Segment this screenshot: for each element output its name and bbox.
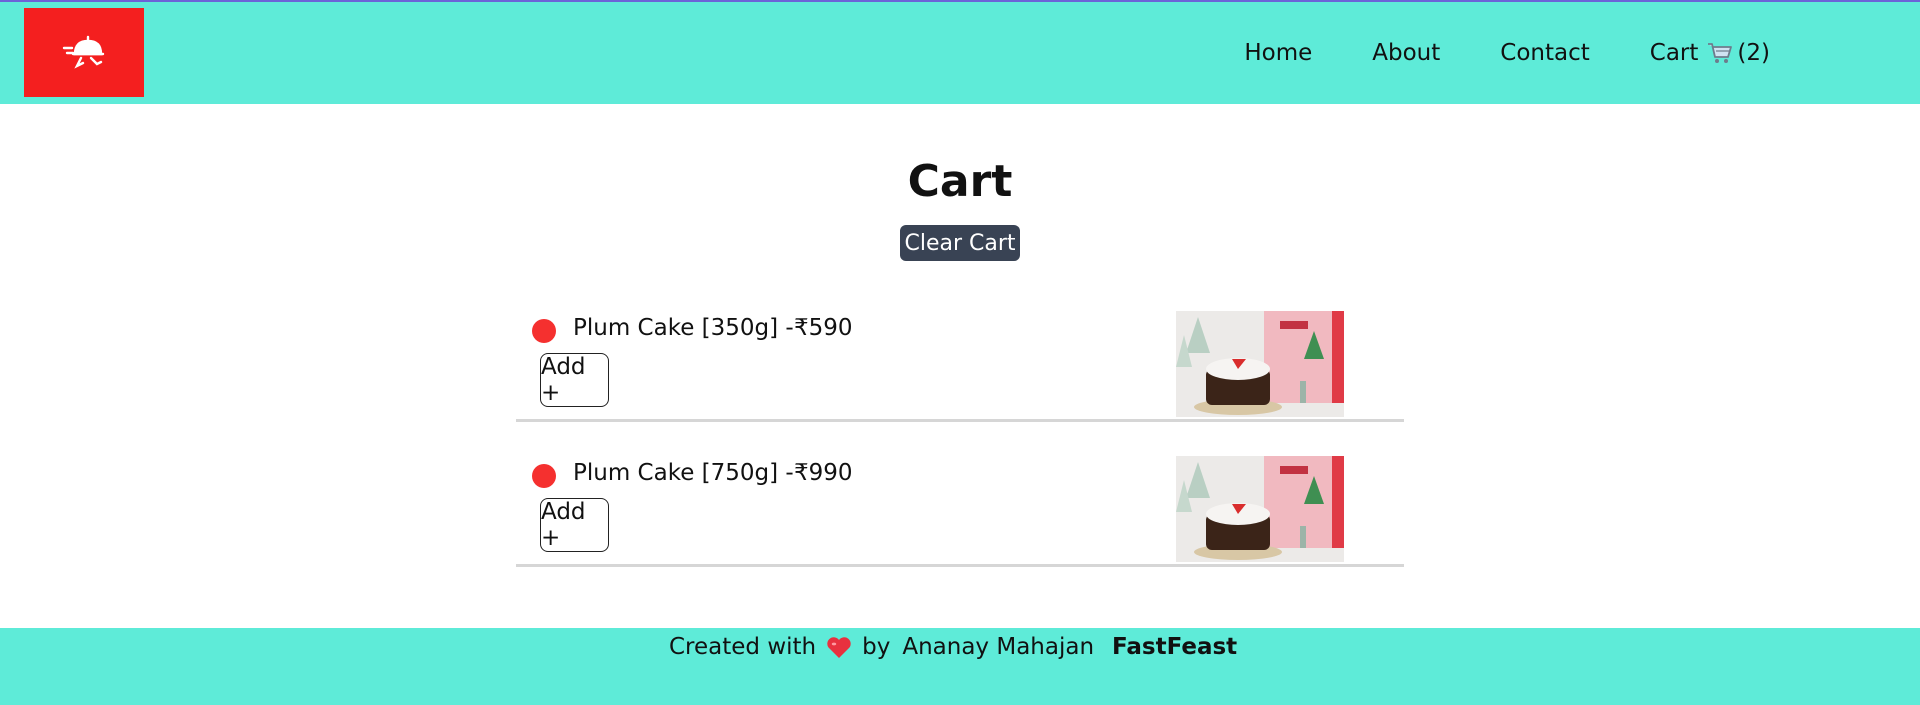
cart-item: Plum Cake [750g] - ₹990 Add +	[516, 447, 1404, 567]
item-image	[1176, 456, 1344, 562]
logo[interactable]	[24, 8, 144, 97]
cart-count: (2)	[1737, 40, 1770, 66]
page-title: Cart	[907, 156, 1013, 207]
heart-icon	[827, 636, 851, 658]
veg-indicator-icon	[532, 319, 556, 343]
footer-credit: Created with by Ananay Mahajan	[669, 634, 1094, 660]
site-footer: Created with by Ananay Mahajan FastFeast	[0, 628, 1920, 705]
cart-item: Plum Cake [350g] - ₹590 Add +	[516, 302, 1404, 422]
main-nav: Home About Contact Cart (2)	[1184, 2, 1770, 104]
nav-home[interactable]: Home	[1244, 40, 1312, 66]
shopping-cart-icon	[1708, 43, 1733, 63]
veg-indicator-icon	[532, 464, 556, 488]
item-name: Plum Cake [750g] -	[573, 460, 794, 486]
item-price: ₹990	[794, 460, 853, 486]
item-image	[1176, 311, 1344, 417]
add-item-button[interactable]: Add +	[540, 498, 609, 552]
nav-contact[interactable]: Contact	[1500, 40, 1589, 66]
brand-name: FastFeast	[1112, 634, 1238, 660]
delivery-cloche-icon	[62, 35, 105, 69]
created-with-text: Created with	[669, 634, 817, 660]
cart-page: Cart Clear Cart Plum Cake [350g] - ₹590 …	[0, 104, 1920, 628]
nav-cart[interactable]: Cart (2)	[1650, 40, 1770, 66]
item-name: Plum Cake [350g] -	[573, 315, 794, 341]
nav-about[interactable]: About	[1372, 40, 1440, 66]
item-price: ₹590	[794, 315, 853, 341]
by-text: by	[862, 634, 891, 660]
nav-cart-label: Cart	[1649, 40, 1699, 66]
site-header: Home About Contact Cart (2)	[0, 2, 1920, 104]
add-item-button[interactable]: Add +	[540, 353, 609, 407]
author-name: Ananay Mahajan	[902, 634, 1095, 660]
clear-cart-button[interactable]: Clear Cart	[900, 225, 1020, 261]
